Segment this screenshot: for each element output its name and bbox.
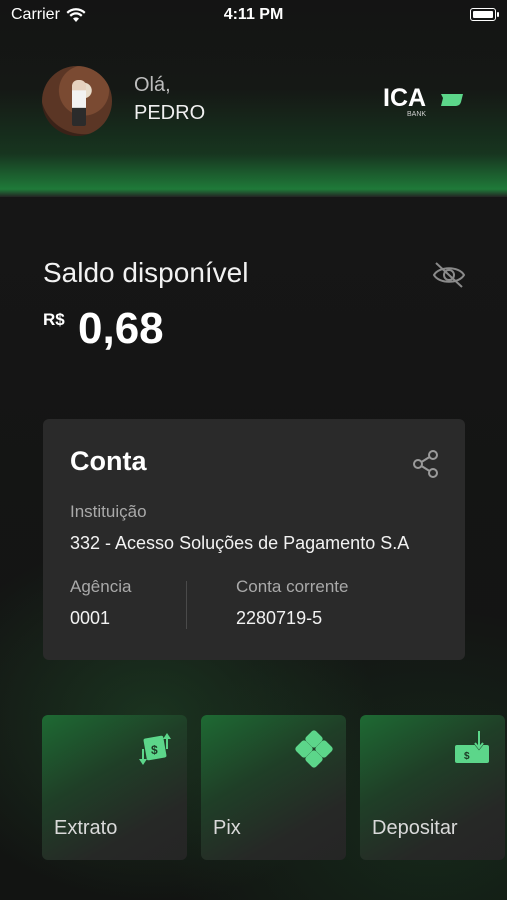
extrato-button[interactable]: $ Extrato xyxy=(42,715,187,860)
status-bar: Carrier 4:11 PM xyxy=(0,0,507,30)
svg-text:$: $ xyxy=(464,751,470,762)
home-screen: Carrier 4:11 PM Olá, PEDRO ICA BANK Sald… xyxy=(0,0,507,900)
account-value: 2280719-5 xyxy=(236,608,323,628)
pix-icon xyxy=(295,730,333,768)
divider xyxy=(186,581,187,629)
balance-label: Saldo disponível xyxy=(43,257,249,288)
greeting-text: Olá, xyxy=(134,74,171,96)
share-icon[interactable] xyxy=(411,449,441,479)
ica-bank-logo: ICA BANK xyxy=(383,84,463,118)
depositar-label: Depositar xyxy=(372,817,458,839)
logo-subtext: BANK xyxy=(407,111,426,118)
user-name: PEDRO xyxy=(134,102,206,124)
depositar-button[interactable]: $ Depositar xyxy=(360,715,505,860)
institution-label: Instituição xyxy=(70,502,147,521)
balance-amount: 0,68 xyxy=(78,304,164,353)
account-card: Conta Instituição 332 - Acesso Soluções … xyxy=(43,419,465,660)
pix-button[interactable]: Pix xyxy=(201,715,346,860)
card-title: Conta xyxy=(70,446,147,476)
clock: 4:11 PM xyxy=(223,6,284,23)
agency-value: 0001 xyxy=(70,608,111,628)
svg-text:$: $ xyxy=(151,743,158,757)
currency-symbol: R$ xyxy=(43,310,65,329)
institution-value: 332 - Acesso Soluções de Pagamento S.A xyxy=(70,533,410,553)
logo-text: ICA xyxy=(383,84,426,112)
battery-icon xyxy=(470,8,499,21)
avatar[interactable] xyxy=(42,66,112,136)
money-transfer-icon: $ xyxy=(139,733,171,765)
deposit-icon: $ xyxy=(455,731,489,763)
account-label: Conta corrente xyxy=(236,577,349,596)
eye-off-icon[interactable] xyxy=(431,259,467,291)
extrato-label: Extrato xyxy=(54,817,118,839)
agency-label: Agência xyxy=(70,577,132,596)
pix-label: Pix xyxy=(213,817,241,839)
